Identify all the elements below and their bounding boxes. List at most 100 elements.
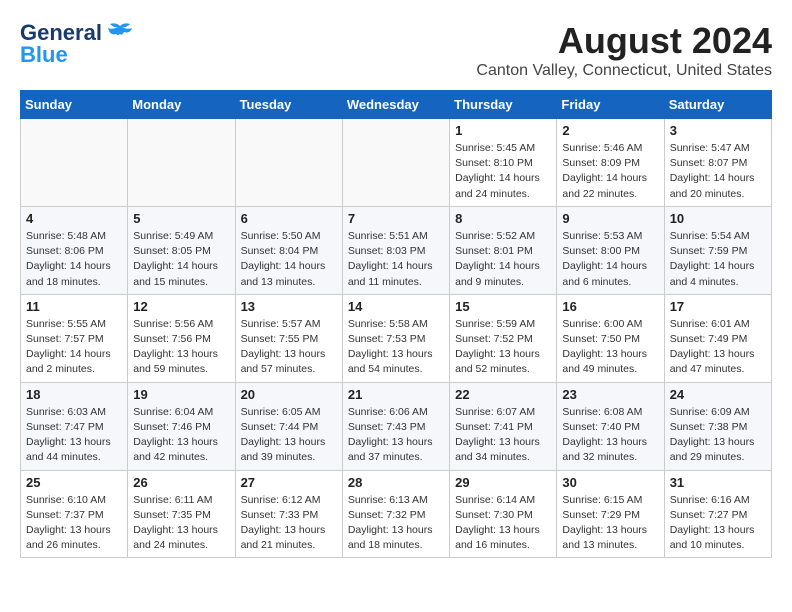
day-number: 1 <box>455 123 551 138</box>
day-number: 11 <box>26 299 122 314</box>
calendar-cell: 15Sunrise: 5:59 AM Sunset: 7:52 PM Dayli… <box>450 294 557 382</box>
calendar-cell <box>21 119 128 207</box>
calendar-cell: 31 Sunrise: 6:16 AM Sunset: 7:27 PM Dayli… <box>664 470 771 558</box>
day-number: 23 <box>562 387 658 402</box>
day-number: 3 <box>670 123 766 138</box>
day-info: Sunrise: 6:04 AM Sunset: 7:46 PM Dayligh… <box>133 405 229 466</box>
day-info: Sunrise: 5:56 AM Sunset: 7:56 PM Dayligh… <box>133 317 229 378</box>
calendar-cell: 6 Sunrise: 5:50 AM Sunset: 8:04 PM Daylig… <box>235 206 342 294</box>
day-number: 18 <box>26 387 122 402</box>
day-info: Sunrise: 5:46 AM Sunset: 8:09 PM Dayligh… <box>562 141 658 202</box>
day-info: Sunrise: 6:12 AM Sunset: 7:33 PM Dayligh… <box>241 493 337 554</box>
calendar-cell <box>342 119 449 207</box>
day-info: Sunrise: 5:45 AM Sunset: 8:10 PM Dayligh… <box>455 141 551 202</box>
day-info: Sunrise: 6:05 AM Sunset: 7:44 PM Dayligh… <box>241 405 337 466</box>
calendar-week-row: 25 Sunrise: 6:10 AM Sunset: 7:37 PM Dayli… <box>21 470 772 558</box>
day-number: 10 <box>670 211 766 226</box>
title-block: August 2024 Canton Valley, Connecticut, … <box>476 20 772 80</box>
page-subtitle: Canton Valley, Connecticut, United State… <box>476 62 772 80</box>
logo: General Blue <box>20 20 134 68</box>
day-number: 13 <box>241 299 337 314</box>
weekday-header-friday: Friday <box>557 91 664 119</box>
day-info: Sunrise: 5:54 AM Sunset: 7:59 PM Dayligh… <box>670 229 766 290</box>
day-info: Sunrise: 6:03 AM Sunset: 7:47 PM Dayligh… <box>26 405 122 466</box>
calendar-cell: 19 Sunrise: 6:04 AM Sunset: 7:46 PM Dayli… <box>128 382 235 470</box>
calendar-cell: 22 Sunrise: 6:07 AM Sunset: 7:41 PM Dayli… <box>450 382 557 470</box>
calendar-cell: 16 Sunrise: 6:00 AM Sunset: 7:50 PM Dayli… <box>557 294 664 382</box>
calendar-cell: 24Sunrise: 6:09 AM Sunset: 7:38 PM Dayli… <box>664 382 771 470</box>
day-number: 25 <box>26 475 122 490</box>
calendar-cell: 28 Sunrise: 6:13 AM Sunset: 7:32 PM Dayli… <box>342 470 449 558</box>
day-info: Sunrise: 5:51 AM Sunset: 8:03 PM Dayligh… <box>348 229 444 290</box>
day-number: 6 <box>241 211 337 226</box>
day-info: Sunrise: 5:48 AM Sunset: 8:06 PM Dayligh… <box>26 229 122 290</box>
day-info: Sunrise: 5:55 AM Sunset: 7:57 PM Dayligh… <box>26 317 122 378</box>
day-number: 4 <box>26 211 122 226</box>
calendar-cell: 26Sunrise: 6:11 AM Sunset: 7:35 PM Dayli… <box>128 470 235 558</box>
calendar-cell: 27 Sunrise: 6:12 AM Sunset: 7:33 PM Dayli… <box>235 470 342 558</box>
calendar-week-row: 4 Sunrise: 5:48 AM Sunset: 8:06 PM Daylig… <box>21 206 772 294</box>
day-info: Sunrise: 6:13 AM Sunset: 7:32 PM Dayligh… <box>348 493 444 554</box>
weekday-header-sunday: Sunday <box>21 91 128 119</box>
calendar-table: SundayMondayTuesdayWednesdayThursdayFrid… <box>20 90 772 558</box>
calendar-cell: 5 Sunrise: 5:49 AM Sunset: 8:05 PM Daylig… <box>128 206 235 294</box>
calendar-cell: 21Sunrise: 6:06 AM Sunset: 7:43 PM Dayli… <box>342 382 449 470</box>
day-info: Sunrise: 6:10 AM Sunset: 7:37 PM Dayligh… <box>26 493 122 554</box>
day-number: 16 <box>562 299 658 314</box>
day-info: Sunrise: 6:00 AM Sunset: 7:50 PM Dayligh… <box>562 317 658 378</box>
day-number: 9 <box>562 211 658 226</box>
day-number: 12 <box>133 299 229 314</box>
calendar-cell: 20 Sunrise: 6:05 AM Sunset: 7:44 PM Dayli… <box>235 382 342 470</box>
weekday-header-wednesday: Wednesday <box>342 91 449 119</box>
calendar-cell: 30Sunrise: 6:15 AM Sunset: 7:29 PM Dayli… <box>557 470 664 558</box>
weekday-header-monday: Monday <box>128 91 235 119</box>
day-number: 27 <box>241 475 337 490</box>
day-number: 5 <box>133 211 229 226</box>
page-header: General Blue August 2024 Canton Valley, … <box>20 20 772 80</box>
day-info: Sunrise: 5:50 AM Sunset: 8:04 PM Dayligh… <box>241 229 337 290</box>
day-number: 19 <box>133 387 229 402</box>
calendar-cell <box>235 119 342 207</box>
day-number: 2 <box>562 123 658 138</box>
calendar-cell: 18 Sunrise: 6:03 AM Sunset: 7:47 PM Dayli… <box>21 382 128 470</box>
calendar-cell: 25 Sunrise: 6:10 AM Sunset: 7:37 PM Dayli… <box>21 470 128 558</box>
calendar-cell: 8Sunrise: 5:52 AM Sunset: 8:01 PM Daylig… <box>450 206 557 294</box>
logo-blue-text: Blue <box>20 42 68 68</box>
day-info: Sunrise: 5:53 AM Sunset: 8:00 PM Dayligh… <box>562 229 658 290</box>
day-info: Sunrise: 6:14 AM Sunset: 7:30 PM Dayligh… <box>455 493 551 554</box>
calendar-cell: 29Sunrise: 6:14 AM Sunset: 7:30 PM Dayli… <box>450 470 557 558</box>
day-number: 20 <box>241 387 337 402</box>
calendar-cell: 1 Sunrise: 5:45 AM Sunset: 8:10 PM Daylig… <box>450 119 557 207</box>
weekday-header-tuesday: Tuesday <box>235 91 342 119</box>
calendar-cell: 14Sunrise: 5:58 AM Sunset: 7:53 PM Dayli… <box>342 294 449 382</box>
calendar-cell: 10 Sunrise: 5:54 AM Sunset: 7:59 PM Dayli… <box>664 206 771 294</box>
day-info: Sunrise: 6:09 AM Sunset: 7:38 PM Dayligh… <box>670 405 766 466</box>
day-info: Sunrise: 5:57 AM Sunset: 7:55 PM Dayligh… <box>241 317 337 378</box>
weekday-header-thursday: Thursday <box>450 91 557 119</box>
day-info: Sunrise: 6:07 AM Sunset: 7:41 PM Dayligh… <box>455 405 551 466</box>
calendar-cell <box>128 119 235 207</box>
day-number: 15 <box>455 299 551 314</box>
day-info: Sunrise: 6:16 AM Sunset: 7:27 PM Dayligh… <box>670 493 766 554</box>
day-number: 17 <box>670 299 766 314</box>
calendar-cell: 13 Sunrise: 5:57 AM Sunset: 7:55 PM Dayli… <box>235 294 342 382</box>
day-number: 28 <box>348 475 444 490</box>
day-info: Sunrise: 5:49 AM Sunset: 8:05 PM Dayligh… <box>133 229 229 290</box>
day-info: Sunrise: 6:01 AM Sunset: 7:49 PM Dayligh… <box>670 317 766 378</box>
day-info: Sunrise: 5:58 AM Sunset: 7:53 PM Dayligh… <box>348 317 444 378</box>
calendar-cell: 7 Sunrise: 5:51 AM Sunset: 8:03 PM Daylig… <box>342 206 449 294</box>
day-info: Sunrise: 5:47 AM Sunset: 8:07 PM Dayligh… <box>670 141 766 202</box>
day-number: 7 <box>348 211 444 226</box>
calendar-week-row: 18 Sunrise: 6:03 AM Sunset: 7:47 PM Dayli… <box>21 382 772 470</box>
calendar-cell: 9 Sunrise: 5:53 AM Sunset: 8:00 PM Daylig… <box>557 206 664 294</box>
day-info: Sunrise: 6:08 AM Sunset: 7:40 PM Dayligh… <box>562 405 658 466</box>
day-number: 22 <box>455 387 551 402</box>
calendar-header-row: SundayMondayTuesdayWednesdayThursdayFrid… <box>21 91 772 119</box>
day-number: 31 <box>670 475 766 490</box>
calendar-cell: 2 Sunrise: 5:46 AM Sunset: 8:09 PM Daylig… <box>557 119 664 207</box>
day-info: Sunrise: 6:11 AM Sunset: 7:35 PM Dayligh… <box>133 493 229 554</box>
weekday-header-saturday: Saturday <box>664 91 771 119</box>
calendar-cell: 11 Sunrise: 5:55 AM Sunset: 7:57 PM Dayli… <box>21 294 128 382</box>
day-number: 8 <box>455 211 551 226</box>
calendar-cell: 17 Sunrise: 6:01 AM Sunset: 7:49 PM Dayli… <box>664 294 771 382</box>
